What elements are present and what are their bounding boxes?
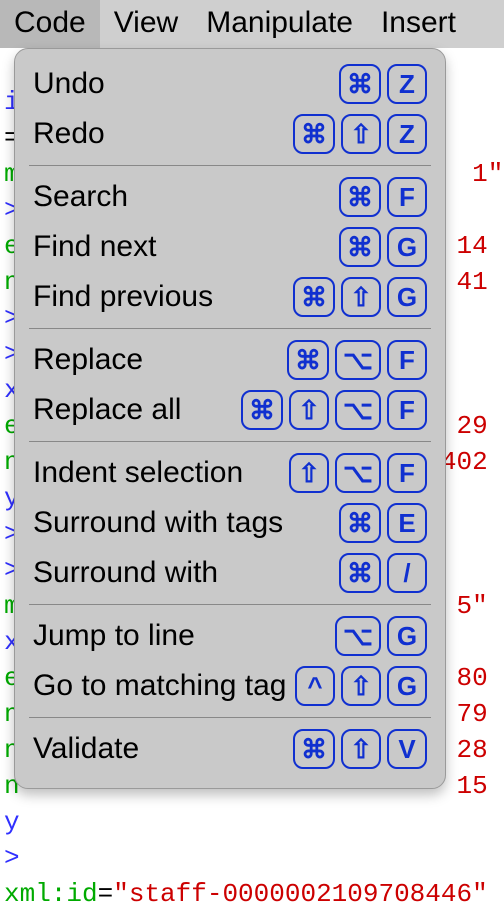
shortcut: ⌥ G (335, 616, 427, 656)
shortcut: ⌘ F (339, 177, 427, 217)
menu-label: Redo (33, 117, 293, 151)
bg-char: 80 (456, 663, 487, 693)
code-dropdown-menu: Undo ⌘ Z Redo ⌘ ⇧ Z Search ⌘ F Find next… (14, 48, 446, 789)
opt-key-icon: ⌥ (335, 616, 381, 656)
menu-replace-all[interactable]: Replace all ⌘ ⇧ ⌥ F (15, 385, 445, 435)
bg-char: 41 (456, 267, 487, 297)
shift-key-icon: ⇧ (341, 114, 381, 154)
cmd-key-icon: ⌘ (339, 177, 381, 217)
menu-separator (29, 441, 431, 442)
bg-char: 1" (472, 159, 503, 189)
key-slash: / (387, 553, 427, 593)
shortcut: ⌘ ⇧ ⌥ F (241, 390, 427, 430)
menu-separator (29, 604, 431, 605)
menu-find-next[interactable]: Find next ⌘ G (15, 222, 445, 272)
bg-char: 14 (456, 231, 487, 261)
menu-label: Jump to line (33, 619, 335, 653)
menu-label: Undo (33, 67, 339, 101)
bg-char: 28 (456, 735, 487, 765)
menu-search[interactable]: Search ⌘ F (15, 172, 445, 222)
key-v: V (387, 729, 427, 769)
shortcut: ⌘ Z (339, 64, 427, 104)
key-g: G (387, 227, 427, 267)
menu-validate[interactable]: Validate ⌘ ⇧ V (15, 724, 445, 774)
menu-separator (29, 717, 431, 718)
key-z: Z (387, 64, 427, 104)
shift-key-icon: ⇧ (341, 277, 381, 317)
cmd-key-icon: ⌘ (293, 114, 335, 154)
menu-label: Surround with (33, 556, 339, 590)
menu-label: Replace (33, 343, 287, 377)
shortcut: ⇧ ⌥ F (289, 453, 427, 493)
menu-redo[interactable]: Redo ⌘ ⇧ Z (15, 109, 445, 159)
menubar: Code View Manipulate Insert (0, 0, 504, 48)
cmd-key-icon: ⌘ (293, 729, 335, 769)
cmd-key-icon: ⌘ (287, 340, 329, 380)
menu-find-previous[interactable]: Find previous ⌘ ⇧ G (15, 272, 445, 322)
shortcut: ⌘ ⇧ V (293, 729, 427, 769)
menu-label: Replace all (33, 393, 241, 427)
menu-label: Surround with tags (33, 506, 339, 540)
cmd-key-icon: ⌘ (241, 390, 283, 430)
bg-char: 79 (456, 699, 487, 729)
bg-char: 5" (456, 591, 487, 621)
key-f: F (387, 340, 427, 380)
menu-replace[interactable]: Replace ⌘ ⌥ F (15, 335, 445, 385)
cmd-key-icon: ⌘ (339, 553, 381, 593)
shortcut: ⌘ E (339, 503, 427, 543)
key-e: E (387, 503, 427, 543)
menu-jump-to-line[interactable]: Jump to line ⌥ G (15, 611, 445, 661)
shift-key-icon: ⇧ (341, 666, 381, 706)
cmd-key-icon: ⌘ (339, 227, 381, 267)
menu-label: Validate (33, 732, 293, 766)
menu-separator (29, 165, 431, 166)
menu-indent-selection[interactable]: Indent selection ⇧ ⌥ F (15, 448, 445, 498)
cmd-key-icon: ⌘ (339, 64, 381, 104)
shift-key-icon: ⇧ (289, 453, 329, 493)
key-g: G (387, 666, 427, 706)
key-z: Z (387, 114, 427, 154)
bg-char: 29 (456, 411, 487, 441)
menu-label: Find previous (33, 280, 293, 314)
cmd-key-icon: ⌘ (339, 503, 381, 543)
key-g: G (387, 616, 427, 656)
menu-surround-with-tags[interactable]: Surround with tags ⌘ E (15, 498, 445, 548)
key-f: F (387, 177, 427, 217)
shortcut: ^ ⇧ G (295, 666, 427, 706)
key-f: F (387, 453, 427, 493)
menu-separator (29, 328, 431, 329)
menu-item-manipulate[interactable]: Manipulate (192, 0, 367, 48)
menu-label: Find next (33, 230, 339, 264)
menu-surround-with[interactable]: Surround with ⌘ / (15, 548, 445, 598)
bg-char: > (4, 843, 20, 873)
menu-undo[interactable]: Undo ⌘ Z (15, 59, 445, 109)
opt-key-icon: ⌥ (335, 340, 381, 380)
shortcut: ⌘ ⇧ Z (293, 114, 427, 154)
opt-key-icon: ⌥ (335, 390, 381, 430)
menu-item-insert[interactable]: Insert (367, 0, 470, 48)
bg-char: y (4, 807, 20, 837)
menu-label: Indent selection (33, 456, 289, 490)
key-g: G (387, 277, 427, 317)
menu-item-view[interactable]: View (100, 0, 192, 48)
shortcut: ⌘ G (339, 227, 427, 267)
bg-char: 402 (441, 447, 488, 477)
menu-label: Search (33, 180, 339, 214)
shift-key-icon: ⇧ (341, 729, 381, 769)
shift-key-icon: ⇧ (289, 390, 329, 430)
opt-key-icon: ⌥ (335, 453, 381, 493)
menu-label: Go to matching tag (33, 669, 295, 703)
menu-item-code[interactable]: Code (0, 0, 100, 48)
menu-go-to-matching-tag[interactable]: Go to matching tag ^ ⇧ G (15, 661, 445, 711)
key-f: F (387, 390, 427, 430)
shortcut: ⌘ / (339, 553, 427, 593)
shortcut: ⌘ ⌥ F (287, 340, 427, 380)
cmd-key-icon: ⌘ (293, 277, 335, 317)
ctrl-key-icon: ^ (295, 666, 335, 706)
bg-char: 15 (456, 771, 487, 801)
shortcut: ⌘ ⇧ G (293, 277, 427, 317)
